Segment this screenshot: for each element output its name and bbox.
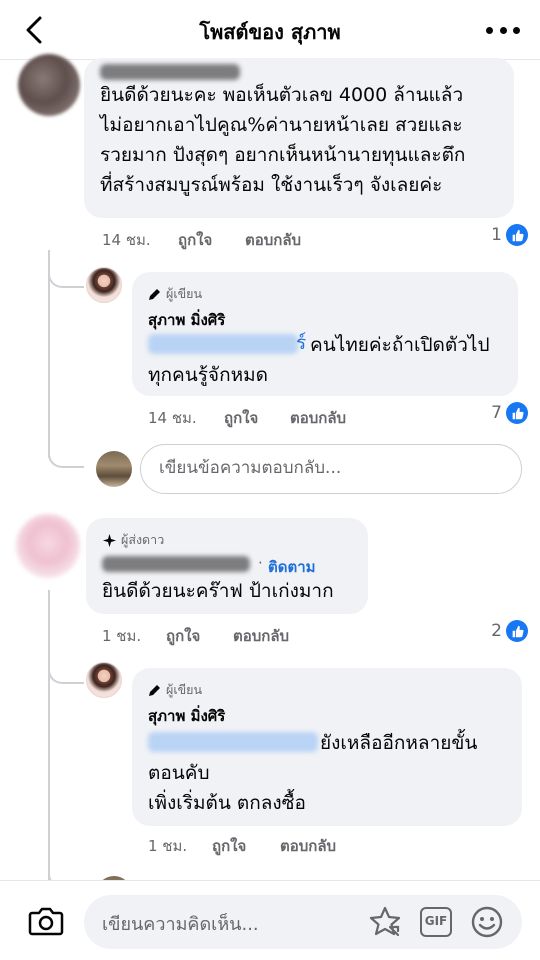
author-badge: ผู้เขียน <box>148 680 202 700</box>
like-reaction-icon <box>506 224 528 246</box>
comment-placeholder: เขียนความคิดเห็น... <box>102 914 259 935</box>
reply-button[interactable]: ตอบกลับ <box>233 624 289 648</box>
reply-button[interactable]: ตอบกลับ <box>245 228 301 252</box>
comment-time: 1 ชม. <box>102 627 142 645</box>
commenter-name-blurred[interactable] <box>100 64 240 80</box>
sticker-icon <box>369 906 401 937</box>
page-title: โพสต์ของ สุภาพ <box>199 20 341 44</box>
comment-text: ยินดีด้วยนะคะ พอเห็นตัวเลข 4000 ล้านแล้ว… <box>100 84 466 196</box>
mention-blurred[interactable] <box>148 732 318 752</box>
like-button[interactable]: ถูกใจ <box>166 624 200 648</box>
more-horizontal-icon <box>486 26 493 34</box>
reply-text: คนไทยค่ะถ้าเปิดตัวไป ทุกคนรู้จักหมด <box>148 334 490 386</box>
emoji-button[interactable] <box>470 905 504 939</box>
comment-input[interactable]: เขียนความคิดเห็น... GIF <box>84 895 522 949</box>
more-options-button[interactable] <box>486 16 520 44</box>
reply-button[interactable]: ตอบกลับ <box>290 406 346 430</box>
reply-bubble: ผู้เขียน สุภาพ มิ่งศิริ ร์ คนไทยค่ะถ้าเป… <box>132 272 518 396</box>
thread-connector <box>48 250 84 288</box>
commenter-name-blurred[interactable] <box>102 556 250 572</box>
comment-composer: เขียนความคิดเห็น... GIF <box>0 880 540 960</box>
like-button[interactable]: ถูกใจ <box>212 834 246 858</box>
pen-icon <box>149 289 160 300</box>
like-button[interactable]: ถูกใจ <box>224 406 258 430</box>
reply-text-first-line: ยังเหลืออีกหลายขั้น <box>320 732 478 754</box>
camera-icon <box>28 907 64 936</box>
star-sparkle-icon <box>102 533 117 547</box>
sticker-button[interactable] <box>368 905 402 939</box>
pen-icon <box>149 685 160 696</box>
top-bar: โพสต์ของ สุภาพ <box>0 0 540 60</box>
camera-button[interactable] <box>28 905 64 937</box>
top-fan-badge: ผู้ส่งดาว <box>102 530 164 550</box>
comment-bubble: ผู้ส่งดาว · ติดตาม ยินดีด้วยนะคร๊าฟ ป้าเ… <box>86 518 368 614</box>
reply-time: 14 ชม. <box>148 409 197 427</box>
gif-button[interactable]: GIF <box>420 907 452 937</box>
like-reaction-icon <box>506 402 528 424</box>
reply-input[interactable]: เขียนข้อความตอบกลับ... <box>140 444 522 494</box>
reply-time: 1 ชม. <box>148 837 188 855</box>
thread-connector <box>48 646 84 684</box>
emoji-icon <box>471 906 503 938</box>
comment-text: ยินดีด้วยนะคร๊าฟ ป้าเก่งมาก <box>102 580 334 602</box>
reply-button[interactable]: ตอบกลับ <box>280 834 336 858</box>
current-user-avatar <box>96 451 132 487</box>
separator-dot: · <box>258 554 263 572</box>
reply-text: ตอนคับ เพิ่งเริ่มต้น ตกลงซื้อ <box>148 762 306 814</box>
commenter-avatar[interactable] <box>16 514 80 578</box>
like-reaction-icon <box>506 620 528 642</box>
reaction-count[interactable]: 7 <box>491 402 528 424</box>
reply-author-name[interactable]: สุภาพ มิ่งศิริ <box>148 704 225 728</box>
thread-connector <box>48 430 84 468</box>
reply-author-name[interactable]: สุภาพ มิ่งศิริ <box>148 308 225 332</box>
author-avatar[interactable] <box>86 267 122 303</box>
reply-bubble: ผู้เขียน สุภาพ มิ่งศิริ ยังเหลืออีกหลายข… <box>132 668 522 826</box>
reaction-count[interactable]: 1 <box>491 224 528 246</box>
comment-bubble: ยินดีด้วยนะคะ พอเห็นตัวเลข 4000 ล้านแล้ว… <box>84 58 514 218</box>
reaction-count[interactable]: 2 <box>491 620 528 642</box>
author-badge: ผู้เขียน <box>148 284 202 304</box>
like-button[interactable]: ถูกใจ <box>178 228 212 252</box>
commenter-avatar[interactable] <box>18 54 80 116</box>
comment-time: 14 ชม. <box>102 231 151 249</box>
thread-line <box>48 590 50 880</box>
thread-line <box>48 258 50 458</box>
author-avatar[interactable] <box>86 662 122 698</box>
